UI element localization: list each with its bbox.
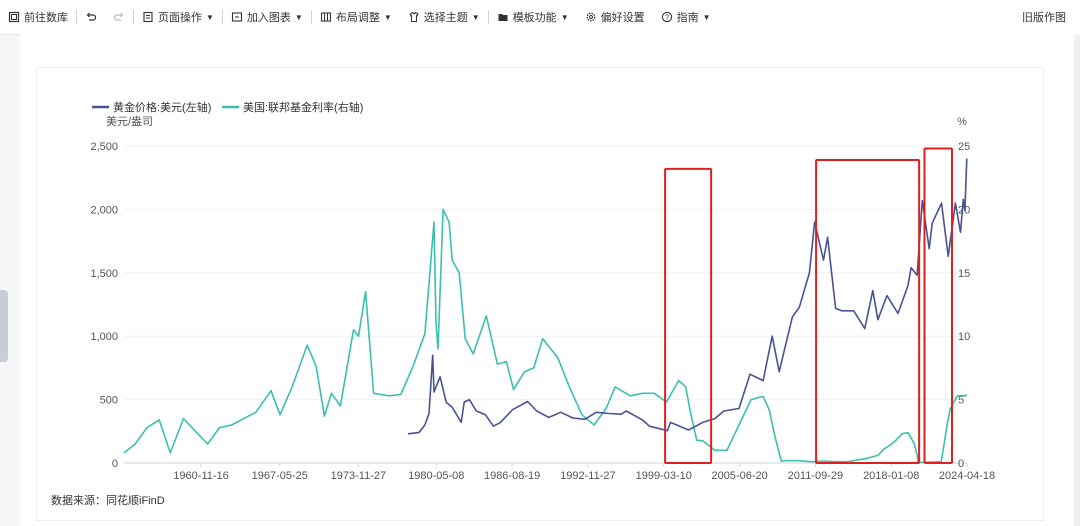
x-axis: 1960-11-16 1967-05-25 1973-11-27 1980-05-08… — [173, 463, 995, 482]
x-tick-label: 1973-11-27 — [331, 470, 386, 482]
legend: 黄金价格:美元(左轴) 美国:联邦基金利率(右轴) — [92, 100, 363, 114]
chart-card[interactable]: 0 500 1,000 1,500 2,000 2,500 0 5 10 15 20 25 1960… — [36, 67, 1044, 521]
side-panel-handle[interactable] — [0, 290, 8, 362]
right-axis: 0510152025 — [958, 141, 970, 470]
select-theme-label: 选择主题 — [423, 12, 468, 24]
legend-item-gold[interactable]: 黄金价格:美元(左轴) — [92, 100, 211, 114]
right-tick-label: 0 — [958, 458, 964, 470]
vertical-scrollbar[interactable] — [1074, 34, 1080, 526]
editor-canvas: 0 500 1,000 1,500 2,000 2,500 0 5 10 15 20 25 1960… — [20, 34, 1080, 526]
page-operations-menu[interactable]: 页面操作 ▼ — [134, 0, 222, 34]
add-chart-icon — [231, 12, 242, 22]
select-theme-menu[interactable]: 选择主题 ▼ — [400, 0, 488, 34]
old-version-link[interactable]: 旧版作图 — [1022, 0, 1066, 34]
right-tick-label: 25 — [958, 141, 970, 153]
layout-icon — [320, 12, 331, 22]
legend-item-rate[interactable]: 美国:联邦基金利率(右轴) — [222, 100, 363, 114]
redo-icon — [113, 12, 124, 21]
x-tick-label: 2018-01-08 — [863, 470, 919, 482]
template-functions-menu[interactable]: 模板功能 ▼ — [489, 0, 577, 34]
left-axis-unit: 美元/盎司 — [106, 114, 153, 128]
undo-button[interactable] — [77, 0, 105, 34]
x-tick-label: 1980-05-08 — [408, 470, 464, 482]
page-operations-label: 页面操作 — [158, 12, 202, 24]
help-icon: ? — [661, 11, 672, 23]
redo-button[interactable] — [105, 0, 133, 34]
dual-axis-line-chart: 05001,0001,5002,0002,500 0510152025 1960… — [51, 100, 995, 507]
x-tick-label: 2011-09-29 — [788, 470, 843, 482]
x-tick-label: 1986-08-19 — [484, 470, 540, 482]
right-tick-label: 15 — [958, 268, 970, 280]
chevron-down-icon: ▼ — [383, 12, 392, 22]
x-tick-label: 1992-11-27 — [560, 470, 615, 482]
guide-menu[interactable]: ? 指南 ▼ — [653, 0, 719, 34]
x-tick-label: 2024-04-18 — [939, 470, 995, 482]
template-functions-label: 模板功能 — [512, 12, 557, 24]
left-tick-label: 2,000 — [90, 204, 118, 216]
right-tick-label: 10 — [958, 331, 970, 343]
add-chart-menu[interactable]: 加入图表 ▼ — [223, 0, 311, 34]
legend-label-rate: 美国:联邦基金利率(右轴) — [243, 100, 363, 114]
x-tick-label: 2005-06-20 — [711, 470, 767, 482]
left-tick-label: 1,000 — [90, 331, 118, 343]
highlight-box — [923, 147, 953, 464]
x-tick-label: 1999-03-10 — [636, 470, 692, 482]
guide-label: 指南 — [676, 12, 699, 24]
left-axis: 0 500 1,000 1,500 2,000 2,500 — [90, 141, 118, 470]
x-tick-label: 1960-11-16 — [173, 470, 228, 482]
highlight-box — [664, 167, 713, 464]
page-icon — [143, 11, 153, 23]
undo-icon — [86, 12, 97, 21]
goto-database-label: 前往数库 — [24, 12, 68, 24]
highlight-boxes — [664, 147, 953, 464]
gear-icon — [586, 12, 596, 22]
right-axis-unit: % — [957, 116, 967, 128]
database-icon — [8, 11, 20, 23]
x-tick-label: 1967-05-25 — [252, 470, 308, 482]
layout-adjust-label: 布局调整 — [335, 12, 380, 24]
left-tick-label: 0 — [112, 458, 118, 470]
chevron-down-icon: ▼ — [702, 12, 711, 22]
svg-text:?: ? — [665, 15, 669, 22]
chevron-down-icon: ▼ — [294, 12, 303, 22]
chevron-down-icon: ▼ — [471, 12, 480, 22]
add-chart-label: 加入图表 — [246, 12, 291, 24]
left-tick-label: 1,500 — [90, 268, 118, 280]
folder-icon — [498, 14, 508, 21]
chevron-down-icon: ▼ — [206, 12, 214, 22]
chevron-down-icon: ▼ — [560, 12, 569, 22]
toolbar: 前往数库 页面操作 ▼ 加入图表 ▼ 布局调整 ▼ 选择主题 ▼ 模板功能 ▼ … — [0, 0, 1080, 35]
left-tick-label: 500 — [100, 395, 118, 407]
theme-icon — [409, 11, 419, 22]
source-note: 数据来源：同花顺iFinD — [51, 493, 165, 507]
preferences-button[interactable]: 偏好设置 — [577, 0, 653, 34]
preferences-label: 偏好设置 — [600, 12, 645, 24]
left-tick-label: 2,500 — [90, 141, 118, 153]
layout-adjust-menu[interactable]: 布局调整 ▼ — [312, 0, 400, 34]
goto-database-button[interactable]: 前往数库 — [0, 0, 76, 34]
legend-label-gold: 黄金价格:美元(左轴) — [113, 100, 211, 114]
